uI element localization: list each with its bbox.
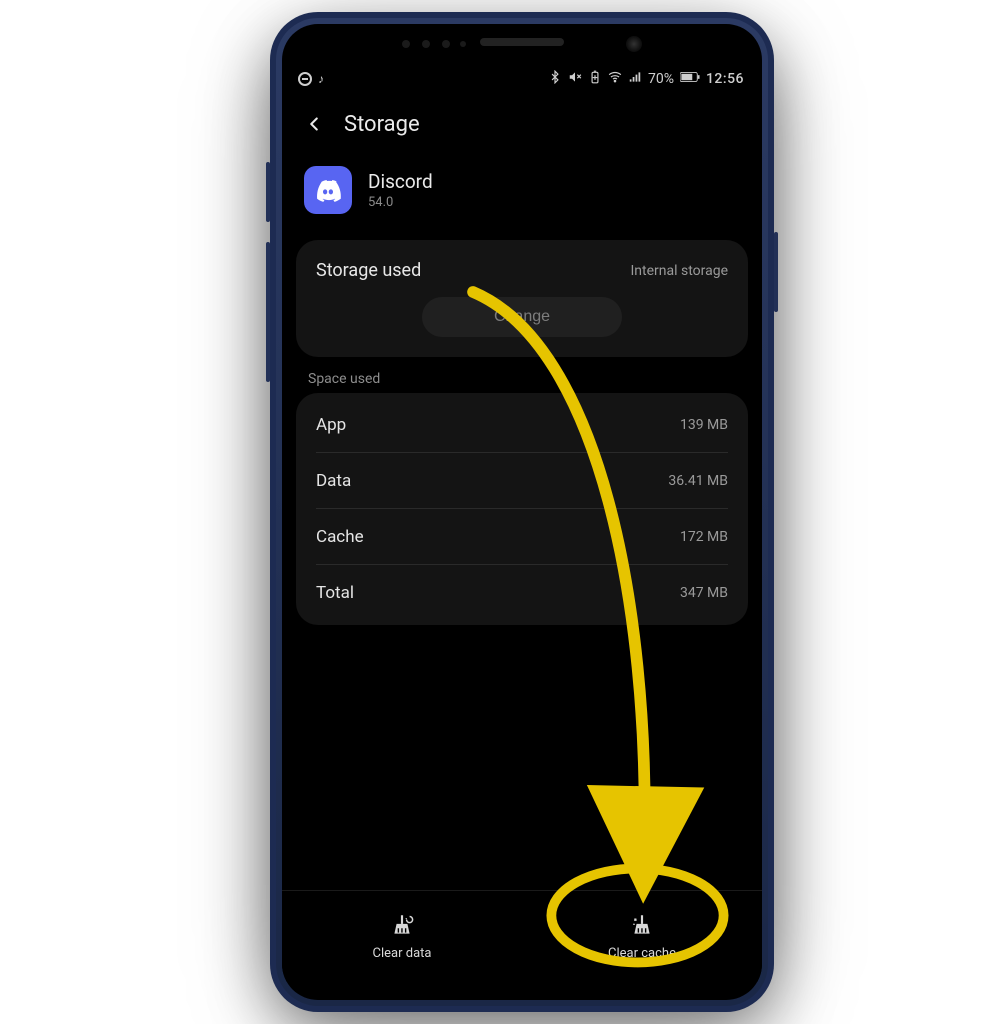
clock-text: 12:56 <box>706 71 744 87</box>
space-row-label: App <box>316 415 346 435</box>
storage-used-title: Storage used <box>316 260 421 281</box>
phone-frame: ♪ <box>270 12 774 1012</box>
app-name-label: Discord <box>368 170 433 193</box>
back-button[interactable] <box>300 110 328 138</box>
volume-down-button <box>266 242 270 382</box>
mute-icon <box>568 70 582 88</box>
bottom-action-bar: Clear data Clear cache <box>282 890 762 982</box>
space-row-value: 347 MB <box>680 585 728 601</box>
music-note-icon: ♪ <box>318 72 324 86</box>
dnd-icon <box>298 72 312 86</box>
space-row-data: Data 36.41 MB <box>316 453 728 509</box>
space-row-label: Total <box>316 583 354 603</box>
broom-sparkle-icon <box>629 912 655 942</box>
space-row-cache: Cache 172 MB <box>316 509 728 565</box>
battery-icon <box>680 71 700 87</box>
space-used-card: App 139 MB Data 36.41 MB Cache 172 MB To… <box>296 393 748 625</box>
front-camera <box>626 36 642 52</box>
space-used-section-label: Space used <box>308 371 736 387</box>
battery-percent: 70% <box>648 71 674 87</box>
storage-location-label: Internal storage <box>630 263 728 279</box>
phone-bezel: ♪ <box>282 24 762 1000</box>
status-bar: ♪ <box>282 62 762 96</box>
space-row-label: Data <box>316 471 351 491</box>
space-row-label: Cache <box>316 527 364 547</box>
space-row-total: Total 347 MB <box>316 565 728 621</box>
space-row-value: 172 MB <box>680 529 728 545</box>
battery-saver-icon <box>588 70 602 88</box>
volume-up-button <box>266 162 270 222</box>
change-storage-button[interactable]: Change <box>422 297 622 337</box>
bluetooth-icon <box>548 70 562 88</box>
app-info-row: Discord 54.0 <box>282 148 762 240</box>
sensor-dot <box>460 41 466 47</box>
signal-icon <box>628 70 642 88</box>
storage-used-card: Storage used Internal storage Change <box>296 240 748 357</box>
app-icon <box>304 166 352 214</box>
page-title: Storage <box>344 112 420 137</box>
space-row-app: App 139 MB <box>316 397 728 453</box>
clear-cache-label: Clear cache <box>608 946 676 961</box>
space-row-value: 36.41 MB <box>668 473 728 489</box>
clear-data-label: Clear data <box>373 946 432 961</box>
wifi-icon <box>608 70 622 88</box>
phone-screen: ♪ <box>282 62 762 982</box>
page-header: Storage <box>282 96 762 148</box>
earpiece-speaker <box>480 38 564 46</box>
clear-cache-button[interactable]: Clear cache <box>522 891 762 982</box>
app-version-label: 54.0 <box>368 195 433 210</box>
sensor-dot <box>442 40 450 48</box>
clear-data-button[interactable]: Clear data <box>282 891 522 982</box>
sensor-dot <box>422 40 430 48</box>
space-row-value: 139 MB <box>680 417 728 433</box>
power-button <box>774 232 778 312</box>
sensor-dot <box>402 40 410 48</box>
broom-reset-icon <box>389 912 415 942</box>
